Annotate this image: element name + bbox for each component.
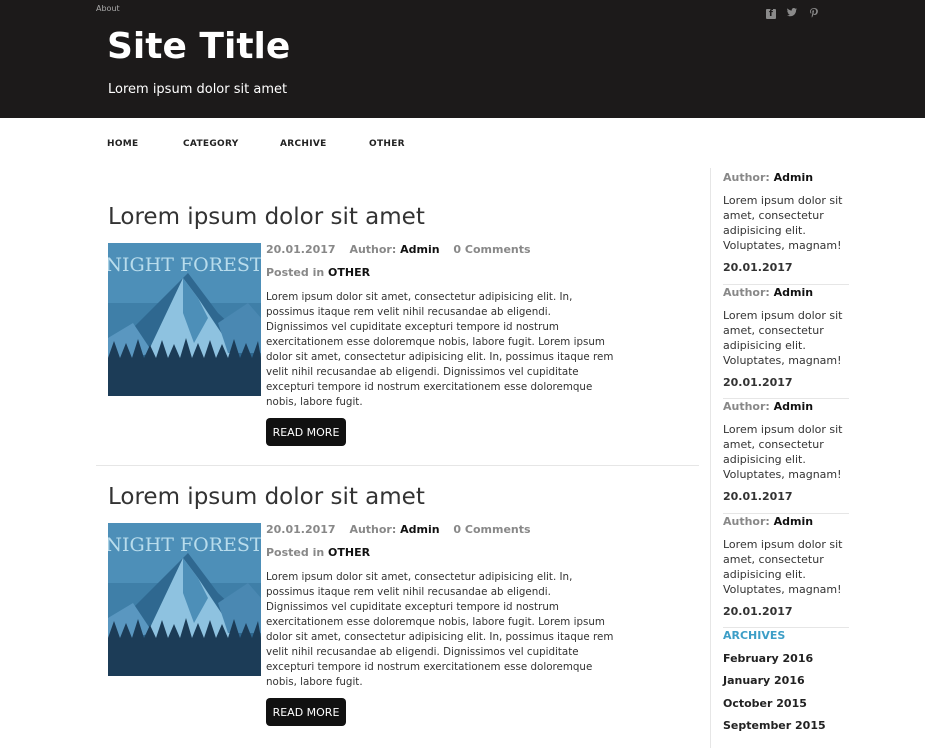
post-category[interactable]: OTHER xyxy=(328,546,370,559)
pinterest-icon[interactable] xyxy=(808,8,820,20)
author-label: Author: xyxy=(349,523,397,536)
sidebar-date: 20.01.2017 xyxy=(723,376,793,389)
post-card: Lorem ipsum dolor sit amet NIGHT FOREST … xyxy=(108,204,618,464)
posted-in-label: Posted in xyxy=(266,546,325,559)
main-nav: HOME CATEGORY ARCHIVE OTHER xyxy=(107,139,405,149)
thumb-caption: NIGHT FOREST xyxy=(108,534,261,556)
site-title[interactable]: Site Title xyxy=(107,26,290,67)
archives-heading: ARCHIVES xyxy=(723,629,786,642)
post-author[interactable]: Admin xyxy=(400,243,439,256)
facebook-icon[interactable]: f xyxy=(766,9,776,19)
sidebar-date: 20.01.2017 xyxy=(723,490,793,503)
archive-link[interactable]: October 2015 xyxy=(723,697,807,710)
post-meta: 20.01.2017 Author: Admin 0 Comments xyxy=(266,523,531,536)
site-tagline: Lorem ipsum dolor sit amet xyxy=(108,82,288,97)
sidebar-entry: Author: Admin Lorem ipsum dolor sit amet… xyxy=(723,286,849,389)
sidebar-text: Lorem ipsum dolor sit amet, consectetur … xyxy=(723,309,843,367)
posted-in-label: Posted in xyxy=(266,266,325,279)
sidebar-author[interactable]: Admin xyxy=(774,171,813,184)
sidebar-author[interactable]: Admin xyxy=(774,515,813,528)
sidebar-divider xyxy=(723,513,849,514)
post-thumbnail[interactable]: NIGHT FOREST xyxy=(108,523,261,676)
sidebar-entry: Author: Admin Lorem ipsum dolor sit amet… xyxy=(723,400,849,503)
author-label: Author: xyxy=(723,286,770,299)
sidebar-text: Lorem ipsum dolor sit amet, consectetur … xyxy=(723,423,843,481)
nav-item-category[interactable]: CATEGORY xyxy=(183,139,280,149)
post-excerpt: Lorem ipsum dolor sit amet, consectetur … xyxy=(266,291,614,408)
twitter-icon[interactable] xyxy=(786,8,798,20)
thumb-caption: NIGHT FOREST xyxy=(108,254,261,276)
read-more-button[interactable]: READ MORE xyxy=(266,418,346,446)
post-divider xyxy=(96,465,699,466)
archive-link[interactable]: February 2016 xyxy=(723,652,813,665)
post-category-line: Posted in OTHER xyxy=(266,266,370,279)
post-title[interactable]: Lorem ipsum dolor sit amet xyxy=(108,204,618,230)
sidebar-text: Lorem ipsum dolor sit amet, consectetur … xyxy=(723,538,843,596)
archive-link[interactable]: September 2015 xyxy=(723,719,826,732)
sidebar-text: Lorem ipsum dolor sit amet, consectetur … xyxy=(723,194,843,252)
post-thumbnail[interactable]: NIGHT FOREST xyxy=(108,243,261,396)
sidebar-entry: Author: Admin Lorem ipsum dolor sit amet… xyxy=(723,171,849,274)
post-title[interactable]: Lorem ipsum dolor sit amet xyxy=(108,484,618,510)
archive-link[interactable]: January 2016 xyxy=(723,674,805,687)
read-more-button[interactable]: READ MORE xyxy=(266,698,346,726)
sidebar-author[interactable]: Admin xyxy=(774,286,813,299)
sidebar-author[interactable]: Admin xyxy=(774,400,813,413)
sidebar-date: 20.01.2017 xyxy=(723,261,793,274)
post-comments[interactable]: 0 Comments xyxy=(453,523,530,536)
post-category-line: Posted in OTHER xyxy=(266,546,370,559)
post-author[interactable]: Admin xyxy=(400,523,439,536)
sidebar-entry: Author: Admin Lorem ipsum dolor sit amet… xyxy=(723,515,849,618)
social-icons: f xyxy=(766,8,820,20)
post-date: 20.01.2017 xyxy=(266,243,336,256)
author-label: Author: xyxy=(723,515,770,528)
author-label: Author: xyxy=(723,400,770,413)
author-label: Author: xyxy=(349,243,397,256)
sidebar-divider xyxy=(723,627,849,628)
post-card: Lorem ipsum dolor sit amet NIGHT FOREST … xyxy=(108,484,618,744)
nav-item-home[interactable]: HOME xyxy=(107,139,183,149)
about-link[interactable]: About xyxy=(96,4,120,13)
author-label: Author: xyxy=(723,171,770,184)
sidebar-divider xyxy=(723,398,849,399)
post-comments[interactable]: 0 Comments xyxy=(453,243,530,256)
post-excerpt: Lorem ipsum dolor sit amet, consectetur … xyxy=(266,571,614,688)
post-category[interactable]: OTHER xyxy=(328,266,370,279)
post-meta: 20.01.2017 Author: Admin 0 Comments xyxy=(266,243,531,256)
post-date: 20.01.2017 xyxy=(266,523,336,536)
sidebar-date: 20.01.2017 xyxy=(723,605,793,618)
nav-item-other[interactable]: OTHER xyxy=(369,139,405,149)
site-header: About Site Title Lorem ipsum dolor sit a… xyxy=(0,0,925,118)
sidebar-divider xyxy=(723,284,849,285)
nav-item-archive[interactable]: ARCHIVE xyxy=(280,139,369,149)
sidebar: Author: Admin Lorem ipsum dolor sit amet… xyxy=(710,168,850,748)
